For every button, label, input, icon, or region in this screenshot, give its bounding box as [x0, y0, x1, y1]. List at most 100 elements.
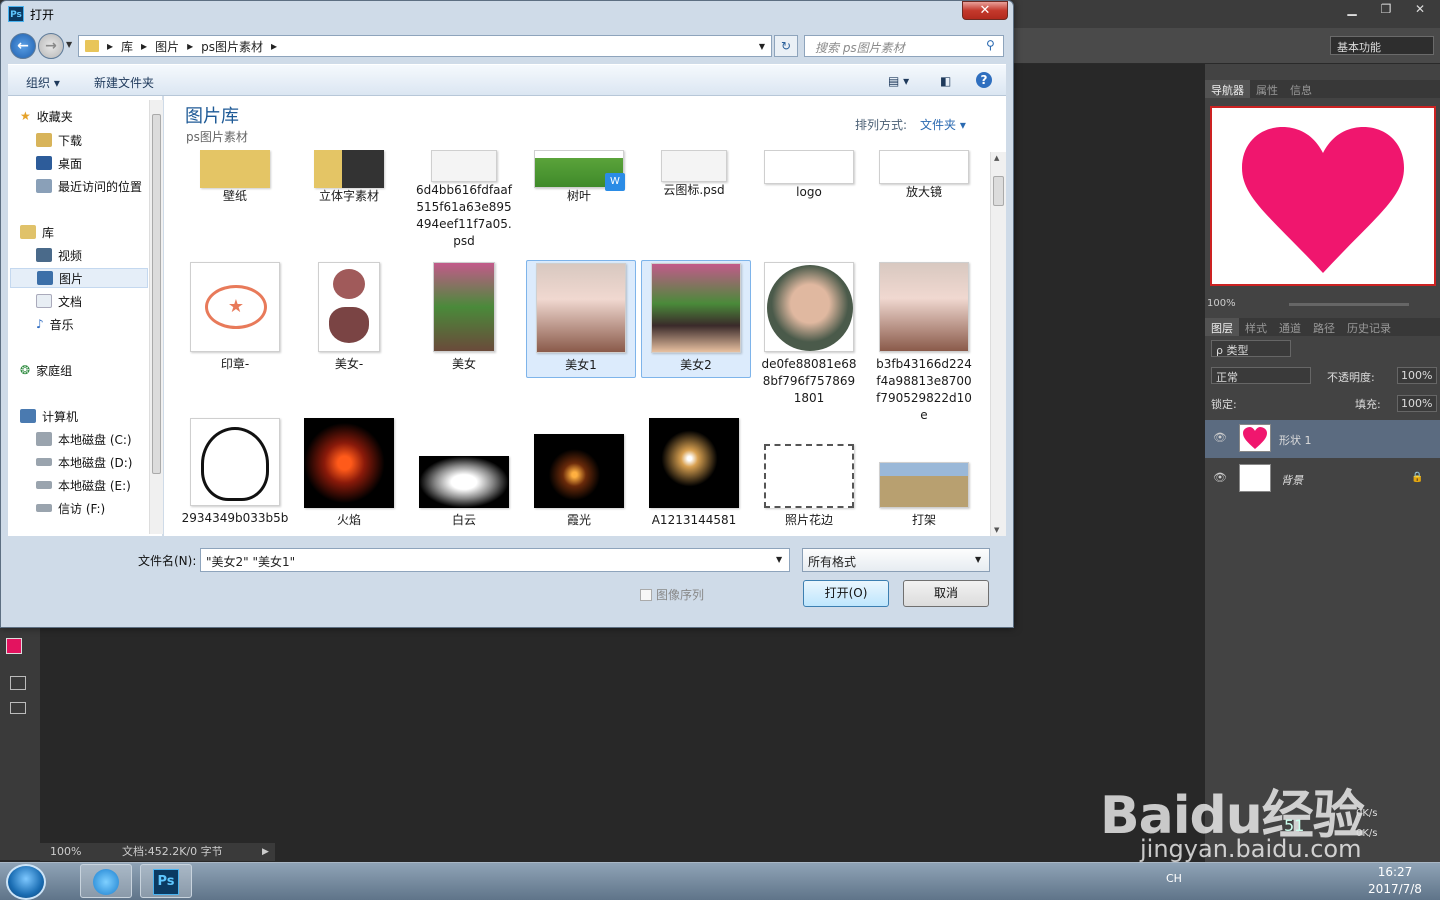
search-icon[interactable]: ⚲ — [986, 38, 995, 52]
list-item[interactable]: logo — [754, 150, 864, 201]
breadcrumb-sep[interactable]: ▸ — [107, 39, 113, 53]
sidebar-item-drive-f[interactable]: 信访 (F:) — [36, 498, 105, 518]
list-item[interactable]: 云图标.psd — [639, 150, 749, 199]
list-item[interactable]: 美女- — [294, 262, 404, 380]
sidebar-item-computer[interactable]: 计算机 — [20, 406, 78, 426]
list-item[interactable]: 白云 — [409, 418, 519, 536]
list-item[interactable]: 美女 — [409, 262, 519, 380]
tab-navigator[interactable]: 导航器 — [1205, 80, 1250, 98]
sidebar-item-recent[interactable]: 最近访问的位置 — [36, 176, 142, 196]
screen-mode-icon[interactable] — [10, 702, 26, 714]
fill-input[interactable]: 100% — [1397, 395, 1437, 412]
organize-button[interactable]: 组织 ▾ — [26, 74, 60, 91]
list-item[interactable]: 壁纸 — [180, 150, 290, 205]
open-button[interactable]: 打开(O) — [803, 580, 889, 607]
workspace-select[interactable]: 基本功能 — [1330, 36, 1434, 55]
list-item[interactable]: 霞光 — [524, 418, 634, 536]
list-item[interactable]: 立体字素材 — [294, 150, 404, 205]
list-item[interactable]: W 树叶 — [524, 150, 634, 205]
tab-info[interactable]: 信息 — [1284, 80, 1318, 98]
view-options-icon[interactable]: ▤ ▾ — [888, 74, 909, 88]
sidebar-item-drive-e[interactable]: 本地磁盘 (E:) — [36, 475, 131, 495]
address-bar[interactable]: ▸ 库 ▸ 图片 ▸ ps图片素材 ▸ ▼ — [78, 35, 772, 57]
cancel-button[interactable]: 取消 — [903, 580, 989, 607]
blend-mode-select[interactable]: 正常 — [1211, 367, 1311, 384]
minimize-button[interactable]: ▁ — [1336, 0, 1368, 18]
sidebar-item-downloads[interactable]: 下载 — [36, 130, 82, 150]
layer-background[interactable]: 👁 背景 🔒 — [1205, 460, 1440, 498]
breadcrumb-pictures[interactable]: 图片 — [155, 38, 179, 55]
layer-name[interactable]: 形状 1 — [1279, 432, 1312, 448]
list-item[interactable]: ★ 印章- — [180, 262, 290, 380]
taskbar-app-browser[interactable] — [80, 864, 132, 898]
layer-shape1[interactable]: 👁 形状 1 — [1205, 420, 1440, 458]
tab-layers[interactable]: 图层 — [1205, 318, 1239, 336]
tab-channels[interactable]: 通道 — [1273, 318, 1307, 336]
tab-history[interactable]: 历史记录 — [1341, 318, 1397, 336]
refresh-icon[interactable]: ↻ — [774, 35, 798, 57]
sidebar-item-documents[interactable]: 文档 — [36, 291, 82, 311]
navigator-preview[interactable] — [1210, 106, 1436, 286]
sidebar-item-drive-c[interactable]: 本地磁盘 (C:) — [36, 429, 132, 449]
breadcrumb-sep[interactable]: ▸ — [141, 39, 147, 53]
input-language[interactable]: CH — [1166, 872, 1182, 885]
foreground-color-swatch[interactable] — [6, 638, 22, 654]
taskbar-app-photoshop[interactable]: Ps — [140, 864, 192, 898]
filetype-select[interactable]: 所有格式 — [802, 548, 990, 572]
file-view-scrollbar[interactable]: ▲ ▼ — [990, 152, 1006, 536]
sidebar-item-music[interactable]: ♪ 音乐 — [36, 314, 74, 334]
sidebar-item-drive-d[interactable]: 本地磁盘 (D:) — [36, 452, 132, 472]
list-item[interactable]: 照片花边 — [754, 418, 864, 536]
opacity-input[interactable]: 100% — [1397, 367, 1437, 384]
filetype-dropdown-icon[interactable]: ▼ — [975, 555, 981, 564]
visibility-eye-icon[interactable]: 👁 — [1213, 431, 1227, 444]
breadcrumb-folder[interactable]: ps图片素材 — [201, 38, 263, 55]
search-input[interactable]: 搜索 ps图片素材 — [804, 35, 1004, 57]
forward-button[interactable]: → — [38, 33, 64, 59]
list-item[interactable]: de0fe88081e688bf796f7578691801 — [754, 262, 864, 412]
list-item[interactable]: 火焰 — [294, 418, 404, 536]
tab-styles[interactable]: 样式 — [1239, 318, 1273, 336]
visibility-eye-icon[interactable]: 👁 — [1213, 471, 1227, 484]
image-sequence-checkbox[interactable] — [640, 588, 652, 601]
tab-paths[interactable]: 路径 — [1307, 318, 1341, 336]
sidebar-item-homegroup[interactable]: ❂ 家庭组 — [20, 360, 72, 380]
sort-by-dropdown[interactable]: 文件夹 ▾ — [920, 116, 966, 133]
help-icon[interactable]: ? — [976, 72, 992, 88]
sidebar-item-libraries[interactable]: 库 — [20, 222, 54, 242]
status-arrow-icon[interactable]: ▶ — [262, 843, 269, 861]
back-button[interactable]: ← — [10, 33, 36, 59]
list-item[interactable]: 2934349b033b5bb5bbdbcc6d2 — [180, 418, 290, 536]
new-folder-button[interactable]: 新建文件夹 — [94, 74, 154, 91]
layer-name[interactable]: 背景 — [1281, 472, 1303, 488]
breadcrumb-sep[interactable]: ▸ — [187, 39, 193, 53]
sidebar-item-pictures[interactable]: 图片 — [10, 268, 148, 288]
navigator-zoom[interactable]: 100% — [1207, 298, 1236, 309]
dialog-close-button[interactable]: ✕ — [962, 1, 1008, 20]
restore-button[interactable]: ❐ — [1370, 0, 1402, 18]
sidebar-item-videos[interactable]: 视频 — [36, 245, 82, 265]
history-dropdown-icon[interactable]: ▼ — [66, 40, 72, 49]
sidebar-item-favorites[interactable]: ★ 收藏夹 — [20, 106, 73, 126]
quick-mask-icon[interactable] — [10, 676, 26, 690]
list-item[interactable]: b3fb43166d224f4a98813e8700f790529822d10e — [869, 262, 979, 422]
filename-dropdown-icon[interactable]: ▼ — [776, 555, 782, 564]
list-item[interactable]: 放大镜 — [869, 150, 979, 201]
start-button[interactable] — [6, 864, 46, 900]
tab-properties[interactable]: 属性 — [1250, 80, 1284, 98]
zoom-slider[interactable] — [1289, 303, 1409, 306]
sidebar-scrollbar[interactable] — [149, 100, 163, 534]
kind-filter-select[interactable]: ρ 类型 — [1211, 340, 1291, 357]
address-dropdown-icon[interactable]: ▼ — [759, 42, 765, 51]
breadcrumb-library[interactable]: 库 — [121, 38, 133, 55]
list-item-selected[interactable]: 美女2 — [641, 260, 751, 378]
close-button[interactable]: ✕ — [1404, 0, 1436, 18]
list-item[interactable]: 打架 — [869, 418, 979, 536]
list-item[interactable]: 6d4bb616fdfaaf515f61a63e895494eef11f7a05… — [409, 150, 519, 250]
sidebar-item-desktop[interactable]: 桌面 — [36, 153, 82, 173]
image-sequence-option[interactable]: 图像序列 — [640, 586, 704, 603]
breadcrumb-sep[interactable]: ▸ — [271, 39, 277, 53]
list-item-selected[interactable]: 美女1 — [526, 260, 636, 378]
preview-pane-icon[interactable]: ◧ — [940, 74, 951, 88]
filename-input[interactable]: "美女2" "美女1" — [200, 548, 790, 572]
